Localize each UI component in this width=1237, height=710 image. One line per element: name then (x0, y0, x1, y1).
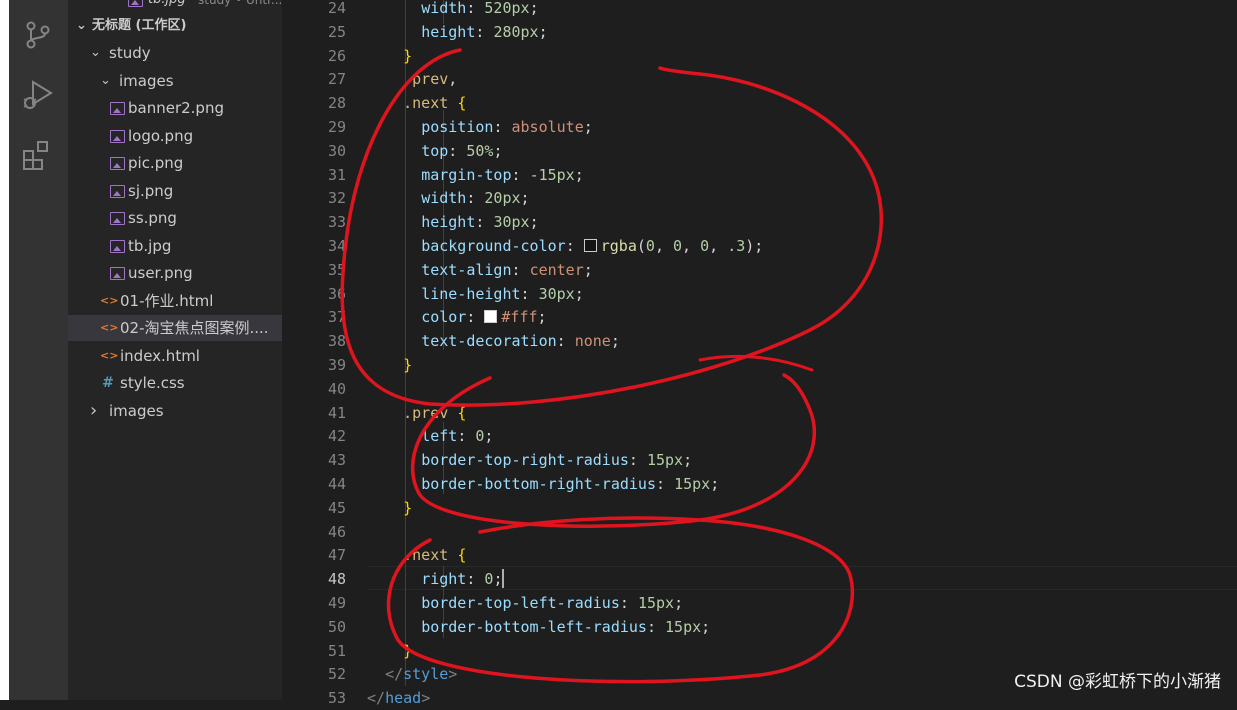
red-annotation-layer (340, 48, 883, 684)
csdn-watermark: CSDN @彩虹桥下的小渐猪 (1014, 672, 1221, 692)
annotation-circle-3 (386, 516, 855, 684)
annotation-circle-2 (411, 373, 816, 528)
annotation-circle-1 (340, 48, 883, 407)
